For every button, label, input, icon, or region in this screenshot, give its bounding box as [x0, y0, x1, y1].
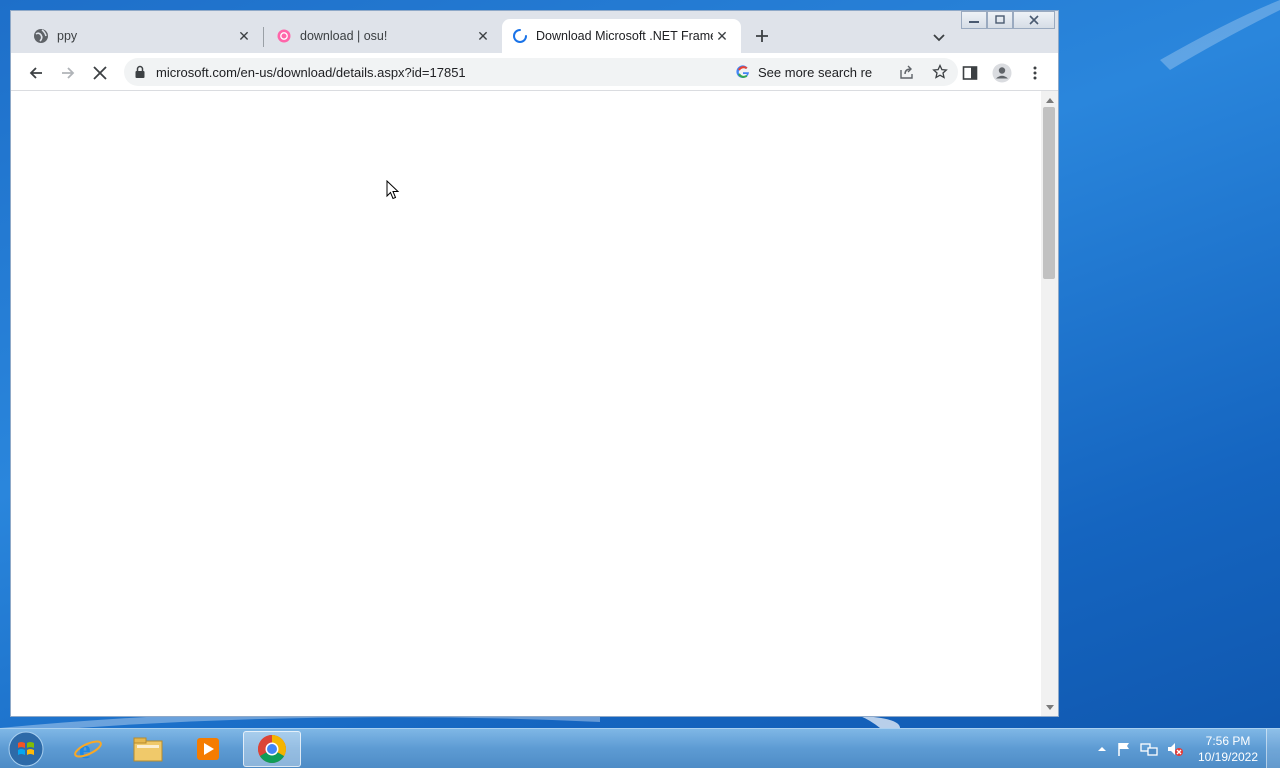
- page-content[interactable]: [11, 91, 1041, 716]
- bookmark-star-icon[interactable]: [932, 64, 948, 80]
- chrome-window: ppy ✕ download | osu! ✕ Download Microso…: [10, 10, 1059, 717]
- stop-loading-button[interactable]: [88, 61, 112, 85]
- tab-osu-download[interactable]: download | osu! ✕: [264, 19, 502, 53]
- back-icon: [29, 67, 42, 79]
- show-desktop-button[interactable]: [1266, 729, 1280, 768]
- osu-icon: [277, 29, 291, 43]
- taskbar: e 7:56 PM 10/19/2022: [0, 728, 1280, 768]
- tab-title: ppy: [57, 29, 78, 43]
- taskbar-clock[interactable]: 7:56 PM 10/19/2022: [1196, 733, 1260, 765]
- globe-icon: [34, 29, 48, 43]
- google-icon: [736, 65, 749, 79]
- tab-title: Download Microsoft .NET Framew: [536, 29, 713, 43]
- tab-strip: ppy ✕ download | osu! ✕ Download Microso…: [11, 11, 1058, 53]
- loading-spinner-icon: [513, 29, 527, 43]
- taskbar-media-player[interactable]: [179, 731, 237, 767]
- show-hidden-icons-icon[interactable]: [1096, 743, 1108, 755]
- restore-icon: [995, 15, 1005, 24]
- scroll-thumb[interactable]: [1043, 107, 1055, 279]
- side-panel-button[interactable]: [958, 61, 982, 85]
- mouse-cursor-icon: [386, 180, 400, 200]
- new-tab-button[interactable]: [752, 26, 772, 46]
- taskbar-internet-explorer[interactable]: e: [59, 731, 117, 767]
- search-suggestion-chip[interactable]: See more search re: [736, 61, 886, 83]
- windows-start-orb-icon: [8, 731, 44, 767]
- search-suggestion-text: See more search re: [758, 64, 873, 80]
- minimize-button[interactable]: [961, 11, 987, 29]
- close-window-button[interactable]: [1013, 11, 1055, 29]
- action-center-flag-icon[interactable]: [1116, 741, 1132, 757]
- vertical-scrollbar[interactable]: [1041, 91, 1058, 716]
- lock-icon: [135, 65, 145, 78]
- tab-search-button[interactable]: [929, 27, 949, 47]
- forward-button[interactable]: [56, 61, 80, 85]
- tab-ppy[interactable]: ppy ✕: [11, 19, 263, 53]
- url-text: microsoft.com/en-us/download/details.asp…: [156, 65, 466, 80]
- network-icon[interactable]: [1140, 741, 1158, 757]
- stop-loading-icon: [93, 66, 107, 80]
- tab-title: download | osu!: [300, 29, 388, 43]
- clock-time: 7:56 PM: [1205, 734, 1251, 748]
- close-icon[interactable]: ✕: [713, 27, 731, 45]
- media-player-icon: [197, 738, 219, 760]
- menu-icon: [1033, 66, 1037, 80]
- taskbar-chrome[interactable]: [243, 731, 301, 767]
- close-icon[interactable]: ✕: [474, 27, 492, 45]
- scroll-up-icon[interactable]: [1041, 93, 1058, 107]
- forward-icon: [62, 67, 75, 79]
- profile-icon: [992, 63, 1012, 83]
- close-icon: [1029, 15, 1039, 25]
- profile-button[interactable]: [990, 61, 1014, 85]
- chrome-menu-button[interactable]: [1023, 61, 1047, 85]
- system-tray: [1096, 729, 1184, 768]
- plus-icon: [756, 30, 768, 42]
- chrome-icon: [258, 735, 286, 763]
- back-button[interactable]: [24, 61, 48, 85]
- tab-dotnet-download[interactable]: Download Microsoft .NET Framew ✕: [502, 19, 741, 53]
- minimize-icon: [969, 21, 979, 23]
- svg-text:e: e: [79, 735, 91, 764]
- chevron-down-icon: [933, 34, 945, 42]
- volume-muted-icon[interactable]: [1166, 741, 1184, 757]
- address-bar[interactable]: microsoft.com/en-us/download/details.asp…: [124, 58, 958, 86]
- clock-date: 10/19/2022: [1197, 750, 1259, 764]
- file-explorer-icon: [133, 737, 163, 762]
- restore-button[interactable]: [987, 11, 1013, 29]
- start-button[interactable]: [5, 731, 47, 767]
- share-icon[interactable]: [899, 64, 915, 80]
- scroll-down-icon[interactable]: [1041, 701, 1058, 715]
- close-icon[interactable]: ✕: [235, 27, 253, 45]
- internet-explorer-icon: e: [74, 735, 102, 764]
- toolbar: microsoft.com/en-us/download/details.asp…: [11, 53, 1058, 91]
- side-panel-icon: [962, 66, 978, 80]
- taskbar-file-explorer[interactable]: [119, 731, 177, 767]
